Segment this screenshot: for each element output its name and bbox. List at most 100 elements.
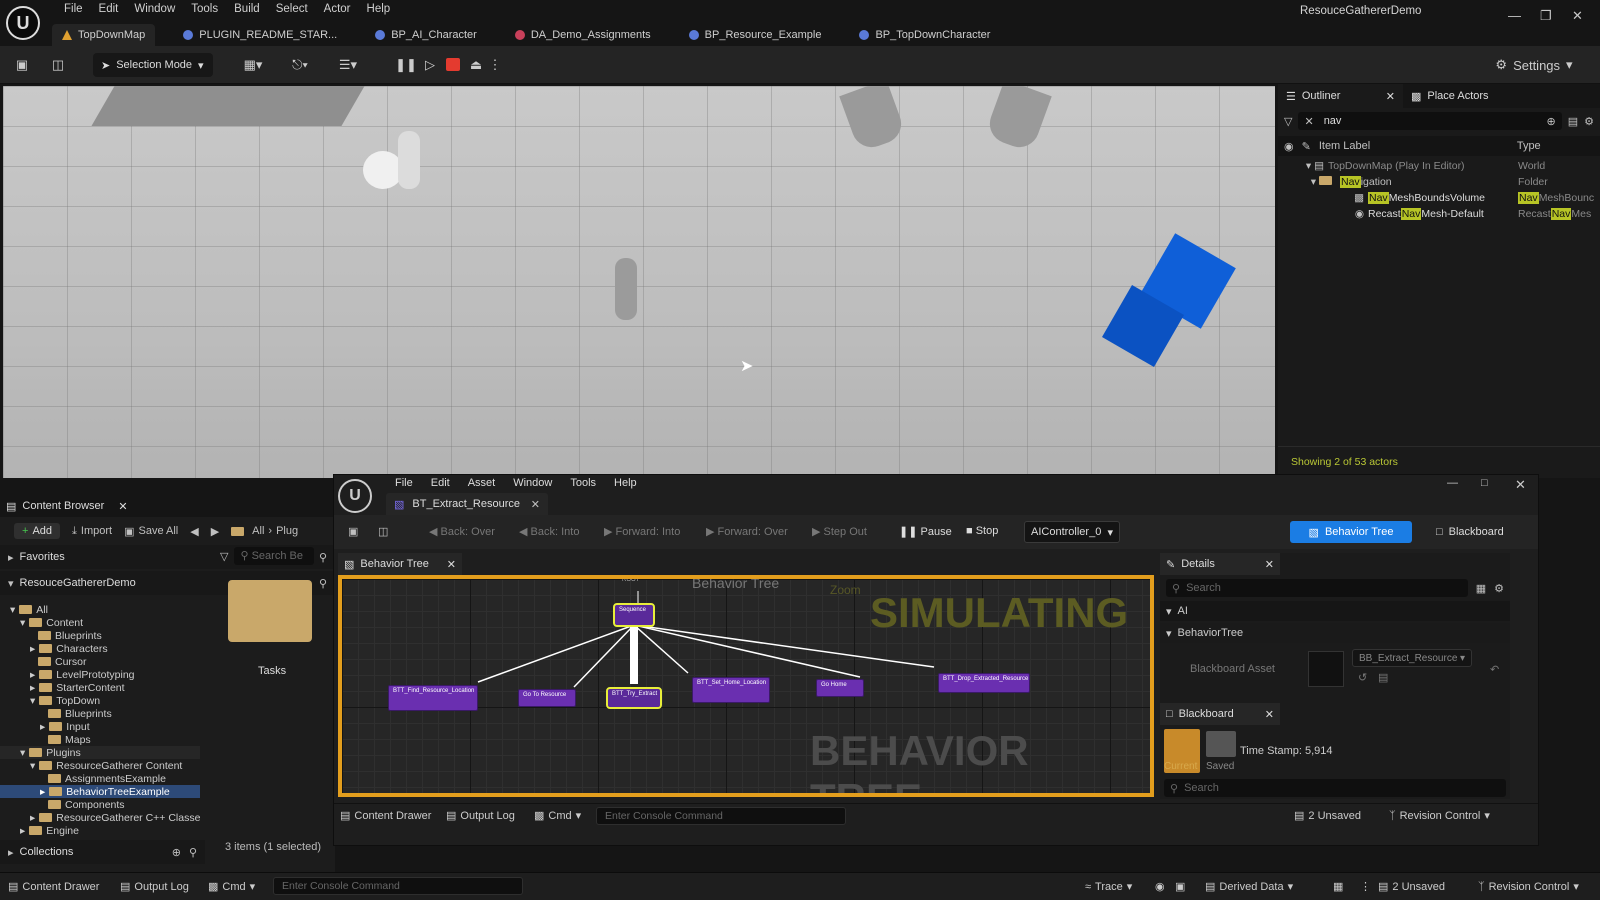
browse-asset-icon[interactable]: ▤ bbox=[1378, 671, 1388, 684]
outliner-search-input[interactable]: ✕ nav ⊕ bbox=[1298, 112, 1562, 130]
details-tab[interactable]: ✎ Details ✕ bbox=[1160, 553, 1280, 575]
tab-bp-resource-example[interactable]: BP_Resource_Example bbox=[679, 24, 832, 46]
blackboard-asset-dropdown[interactable]: BB_Extract_Resource ▾ bbox=[1352, 649, 1472, 667]
asset-search-input[interactable]: ⚲ Search Be bbox=[234, 547, 315, 565]
tab-topdownmap[interactable]: TopDownMap bbox=[52, 24, 156, 46]
record-icon[interactable]: ◉ bbox=[1155, 880, 1165, 893]
menu-build[interactable]: Build bbox=[226, 3, 268, 15]
close-icon[interactable]: ✕ bbox=[1386, 90, 1395, 103]
derived-data-button[interactable]: ▤ Derived Data ▾ bbox=[1205, 880, 1293, 894]
stop-icon[interactable] bbox=[446, 58, 460, 71]
blackboard-mode-button[interactable]: □ Blackboard bbox=[1436, 521, 1504, 543]
search-icon[interactable]: ⚲ bbox=[319, 577, 327, 590]
menu-help[interactable]: Help bbox=[605, 477, 646, 489]
add-filter-icon[interactable]: ⊕ bbox=[1547, 115, 1556, 128]
folder-icon[interactable]: ▤ bbox=[1568, 115, 1578, 128]
reset-icon[interactable]: ↶ bbox=[1490, 663, 1499, 676]
category-ai[interactable]: ▾ AI bbox=[1160, 601, 1510, 621]
maximize-icon[interactable]: □ bbox=[1481, 477, 1488, 489]
behavior-tree-graph[interactable]: Behavior Tree Zoom SIMULATING BEHAVIOR T… bbox=[338, 575, 1154, 797]
cmd-dropdown[interactable]: ▩ Cmd ▾ bbox=[534, 809, 581, 823]
browse-icon[interactable]: ◫ bbox=[48, 54, 68, 76]
close-icon[interactable]: ✕ bbox=[1572, 8, 1583, 24]
drop-extracted-resource-node[interactable]: BTT_Drop_Extracted_Resource bbox=[938, 673, 1030, 693]
cinematics-icon[interactable]: ☰▾ bbox=[333, 54, 363, 76]
menu-file[interactable]: File bbox=[56, 3, 91, 15]
search-icon[interactable]: ⚲ bbox=[189, 846, 197, 859]
minimize-icon[interactable]: — bbox=[1508, 8, 1521, 23]
close-icon[interactable]: ✕ bbox=[118, 500, 127, 513]
tree-item-startercontent[interactable]: ▸ StarterContent bbox=[0, 681, 125, 694]
content-drawer-button[interactable]: ▤ Content Drawer bbox=[8, 880, 99, 894]
outliner-row-navigation[interactable]: ▾ Navigation Folder bbox=[1278, 174, 1600, 190]
outliner-row-navmesh-bounds[interactable]: ▩ NavMeshBoundsVolume NavMeshBounc bbox=[1278, 190, 1600, 206]
breadcrumb-plugins[interactable]: Plug bbox=[276, 525, 298, 537]
column-type[interactable]: Type bbox=[1517, 140, 1541, 152]
tree-item-components[interactable]: Components bbox=[0, 798, 125, 811]
menu-tools[interactable]: Tools bbox=[183, 3, 226, 15]
column-item-label[interactable]: Item Label bbox=[1319, 140, 1509, 152]
output-log-button[interactable]: ▤ Output Log bbox=[446, 809, 515, 823]
add-actor-icon[interactable]: ▦▾ bbox=[238, 54, 268, 76]
tree-item-engine[interactable]: ▸ Engine bbox=[0, 824, 79, 837]
step-icon[interactable]: ▷ bbox=[422, 54, 438, 76]
tree-item-topdown[interactable]: ▾ TopDown bbox=[0, 694, 100, 707]
browse-icon[interactable]: ◫ bbox=[378, 525, 388, 538]
behavior-tree-mode-button[interactable]: ▧ Behavior Tree bbox=[1290, 521, 1412, 543]
category-behaviortree[interactable]: ▾ BehaviorTree bbox=[1160, 623, 1510, 643]
content-browser-tab[interactable]: ▤ Content Browser ✕ bbox=[0, 495, 335, 517]
menu-tools[interactable]: Tools bbox=[561, 477, 605, 489]
menu-window[interactable]: Window bbox=[126, 3, 183, 15]
tree-item-all[interactable]: ▾ All bbox=[0, 603, 48, 616]
output-log-button[interactable]: ▤ Output Log bbox=[120, 880, 189, 894]
gear-icon[interactable]: ⚙ bbox=[1494, 582, 1504, 595]
clear-search-icon[interactable]: ✕ bbox=[1304, 115, 1313, 128]
more-options-icon[interactable]: ⋮ bbox=[1360, 880, 1371, 893]
more-options-icon[interactable]: ⋮ bbox=[489, 54, 502, 76]
forward-into-button[interactable]: ▶ Forward: Into bbox=[604, 525, 680, 538]
unsaved-button[interactable]: ▤ 2 Unsaved bbox=[1294, 809, 1361, 823]
outliner-row-recast-navmesh[interactable]: ◉ RecastNavMesh-Default RecastNavMes bbox=[1278, 206, 1600, 222]
tree-item-plugins[interactable]: ▾ Plugins bbox=[0, 746, 200, 759]
menu-help[interactable]: Help bbox=[359, 3, 399, 15]
tree-item-input[interactable]: ▸ Input bbox=[0, 720, 90, 733]
details-search-input[interactable]: ⚲ Search bbox=[1166, 579, 1468, 597]
blackboard-tab[interactable]: □ Blackboard ✕ bbox=[1160, 703, 1280, 725]
back-icon[interactable]: ◀ bbox=[190, 525, 198, 538]
import-button[interactable]: ⤓ Import bbox=[72, 525, 112, 538]
close-icon[interactable]: ✕ bbox=[531, 498, 540, 511]
find-resource-location-node[interactable]: BTT_Find_Resource_Location bbox=[388, 685, 478, 711]
tree-item-characters[interactable]: ▸ Characters bbox=[0, 642, 108, 655]
try-extract-node[interactable]: BTT_Try_Extract bbox=[606, 687, 662, 709]
outliner-row-world[interactable]: ▾ ▤ TopDownMap (Play In Editor) World bbox=[1278, 158, 1600, 174]
forward-over-button[interactable]: ▶ Forward: Over bbox=[706, 525, 788, 538]
graph-tab[interactable]: ▧ Behavior Tree ✕ bbox=[338, 553, 462, 575]
source-control-icon[interactable]: ▦ bbox=[1333, 880, 1343, 893]
filter-icon[interactable]: ▽ bbox=[1284, 115, 1292, 128]
console-command-input[interactable]: Enter Console Command bbox=[273, 877, 523, 895]
root-node[interactable]: ROOT bbox=[622, 579, 639, 583]
breadcrumb-all[interactable]: All bbox=[252, 525, 264, 537]
save-icon[interactable]: ▣ bbox=[12, 54, 32, 76]
go-home-node[interactable]: Go Home bbox=[816, 679, 864, 697]
sequence-node[interactable]: Sequence bbox=[613, 603, 655, 627]
close-icon[interactable]: ✕ bbox=[1265, 558, 1274, 571]
unsaved-button[interactable]: ▤ 2 Unsaved bbox=[1378, 880, 1445, 894]
settings-button[interactable]: ⚙ Settings ▾ bbox=[1484, 54, 1584, 76]
outliner-tab[interactable]: ☰ Outliner ✕ bbox=[1278, 84, 1403, 108]
tree-item-levelprototyping[interactable]: ▸ LevelPrototyping bbox=[0, 668, 135, 681]
pause-button[interactable]: ❚❚ Pause bbox=[899, 525, 952, 538]
eject-icon[interactable]: ⏏ bbox=[468, 54, 484, 76]
tree-item-cursor[interactable]: Cursor bbox=[0, 655, 87, 668]
menu-file[interactable]: File bbox=[386, 477, 422, 489]
menu-actor[interactable]: Actor bbox=[316, 3, 359, 15]
stop-button[interactable]: ■ Stop bbox=[966, 525, 998, 537]
console-command-input[interactable]: Enter Console Command bbox=[596, 807, 846, 825]
tab-bp-ai-character[interactable]: BP_AI_Character bbox=[365, 24, 487, 46]
tab-bp-topdowncharacter[interactable]: BP_TopDownCharacter bbox=[849, 24, 1000, 46]
tree-item-behaviortreeexample[interactable]: ▸ BehaviorTreeExample bbox=[0, 785, 200, 798]
save-all-button[interactable]: ▣ Save All bbox=[124, 525, 178, 538]
eye-icon[interactable]: ◉ bbox=[1284, 140, 1294, 153]
add-button[interactable]: + Add bbox=[14, 523, 61, 539]
trace-dropdown[interactable]: ≈ Trace ▾ bbox=[1085, 880, 1132, 894]
